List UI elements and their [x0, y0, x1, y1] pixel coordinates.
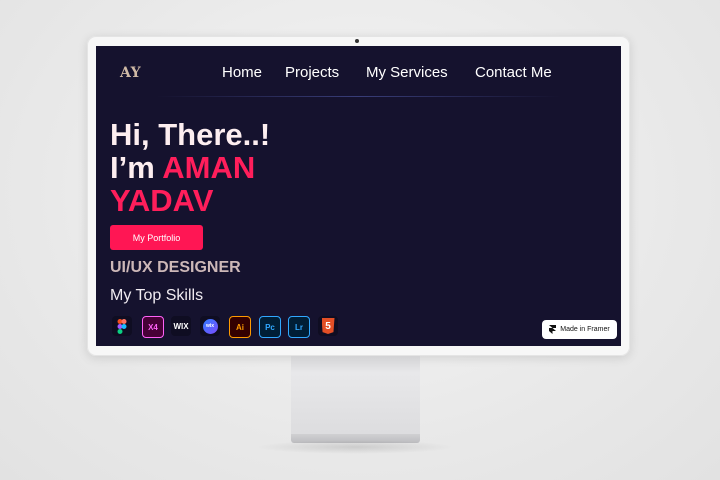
nav-divider [156, 96, 561, 97]
skills-title: My Top Skills [110, 287, 204, 304]
hero-greeting: Hi, There..! [110, 117, 271, 152]
nav-link-contact[interactable]: Contact Me [475, 64, 552, 81]
stand-shadow [255, 440, 455, 454]
hero-heading: Hi, There..! I’m AMAN YADAV [110, 118, 270, 217]
figma-icon [112, 316, 132, 336]
photoshop-icon: Pc [259, 316, 281, 338]
lightroom-icon: Lr [288, 316, 310, 338]
illustrator-label: Ai [236, 322, 244, 332]
camera-dot [355, 39, 359, 43]
website-screen: AY Home Projects My Services Contact Me … [96, 46, 621, 346]
monitor-stand [291, 356, 420, 438]
made-in-framer-badge[interactable]: Made in Framer [542, 320, 617, 339]
hero-name-last: YADAV [110, 183, 214, 218]
navbar: AY Home Projects My Services Contact Me [96, 46, 621, 96]
webflow-icon: wix [200, 316, 220, 336]
hero-name-first: AMAN [162, 150, 256, 185]
portfolio-button[interactable]: My Portfolio [110, 225, 203, 250]
photoshop-label: Pc [265, 322, 275, 332]
nav-link-home[interactable]: Home [222, 64, 262, 81]
site-logo[interactable]: AY [120, 65, 141, 81]
illustrator-icon: Ai [229, 316, 251, 338]
monitor-bezel: AY Home Projects My Services Contact Me … [87, 36, 630, 356]
webflow-circle: wix [202, 318, 218, 334]
wix-label: WIX [173, 321, 189, 331]
html5-label: 5 [325, 320, 331, 332]
xd-icon: X4 [142, 316, 164, 338]
webflow-label: wix [205, 323, 215, 329]
lightroom-label: Lr [295, 322, 303, 332]
hero-prefix: I’m [110, 150, 155, 185]
framer-icon [549, 325, 557, 334]
role-title: UI/UX DESIGNER [110, 259, 241, 276]
nav-link-projects[interactable]: Projects [285, 64, 339, 81]
html5-shield: 5 [321, 318, 335, 334]
html5-icon: 5 [318, 316, 338, 336]
framer-badge-label: Made in Framer [560, 326, 610, 333]
wix-icon: WIX [171, 316, 191, 336]
xd-label: X4 [148, 322, 158, 332]
nav-link-services[interactable]: My Services [366, 64, 448, 81]
